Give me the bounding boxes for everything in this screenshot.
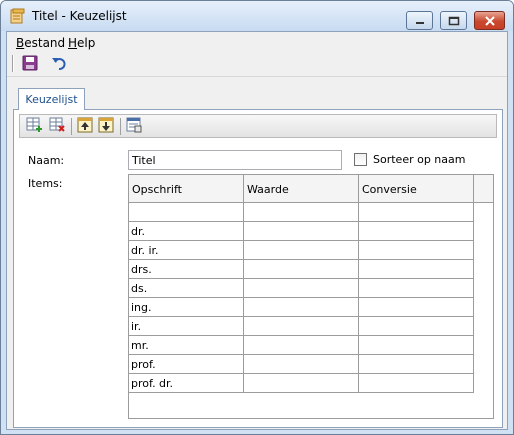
table-row[interactable]: dr.	[129, 222, 474, 241]
grid-cell-waarde[interactable]	[244, 355, 359, 374]
column-header-conversie[interactable]: Conversie	[359, 175, 474, 203]
grid-cell-waarde[interactable]	[244, 317, 359, 336]
items-grid[interactable]: Opschrift Waarde Conversie dr. dr. ir. drs…	[128, 174, 494, 419]
window-title: Titel - Keuzelijst	[32, 9, 127, 23]
grid-cell-conversie[interactable]	[359, 298, 474, 317]
grid-cell-conversie[interactable]	[359, 203, 474, 222]
grid-cell-waarde[interactable]	[244, 222, 359, 241]
tab-keuzelijst[interactable]: Keuzelijst	[18, 88, 85, 110]
table-row[interactable]: mr.	[129, 336, 474, 355]
properties-button[interactable]	[124, 117, 144, 136]
toolbar-divider	[120, 118, 121, 135]
naam-label: Naam:	[28, 154, 65, 167]
maximize-icon	[441, 12, 466, 29]
column-header-opschrift[interactable]: Opschrift	[129, 175, 244, 203]
keuzelijst-panel: Naam: Sorteer op naam Items: Opschrift W…	[13, 109, 503, 428]
table-row[interactable]: ds.	[129, 279, 474, 298]
table-row[interactable]: ir.	[129, 317, 474, 336]
column-header-filler	[474, 175, 493, 203]
maximize-button[interactable]	[440, 11, 467, 30]
grid-cell-opschrift[interactable]: dr. ir.	[129, 241, 244, 260]
menu-help[interactable]: Help	[68, 36, 95, 50]
grid-cell-opschrift[interactable]: ir.	[129, 317, 244, 336]
properties-icon	[126, 117, 142, 136]
app-window: Titel - Keuzelijst Bestand Help Keuzelij…	[0, 0, 514, 435]
save-icon	[22, 55, 38, 74]
items-label: Items:	[28, 177, 63, 190]
grid-cell-conversie[interactable]	[359, 260, 474, 279]
column-header-waarde[interactable]: Waarde	[244, 175, 359, 203]
grid-cell-conversie[interactable]	[359, 241, 474, 260]
grid-cell-opschrift[interactable]: ing.	[129, 298, 244, 317]
add-row-button[interactable]	[24, 117, 44, 136]
undo-button[interactable]	[49, 54, 69, 74]
grid-cell-opschrift[interactable]: drs.	[129, 260, 244, 279]
grid-cell-opschrift[interactable]	[129, 203, 244, 222]
close-icon	[475, 12, 504, 29]
table-row[interactable]: prof. dr.	[129, 374, 474, 393]
grid-cell-conversie[interactable]	[359, 336, 474, 355]
table-row[interactable]: dr. ir.	[129, 241, 474, 260]
toolbar-separator	[7, 76, 507, 77]
sort-by-name-checkbox[interactable]	[354, 153, 367, 166]
grid-cell-waarde[interactable]	[244, 260, 359, 279]
grid-cell-opschrift[interactable]: dr.	[129, 222, 244, 241]
minimize-icon	[407, 12, 432, 29]
close-button[interactable]	[474, 11, 505, 30]
grid-cell-opschrift[interactable]: prof. dr.	[129, 374, 244, 393]
naam-field[interactable]	[128, 150, 342, 170]
grid-cell-opschrift[interactable]: ds.	[129, 279, 244, 298]
toolbar-divider	[71, 118, 72, 135]
delete-row-icon	[49, 117, 65, 136]
grid-cell-opschrift[interactable]: mr.	[129, 336, 244, 355]
grid-cell-opschrift[interactable]: prof.	[129, 355, 244, 374]
move-down-button[interactable]	[96, 117, 116, 136]
table-row[interactable]: ing.	[129, 298, 474, 317]
grid-cell-waarde[interactable]	[244, 241, 359, 260]
menu-bestand[interactable]: Bestand	[16, 36, 65, 50]
table-row[interactable]: prof.	[129, 355, 474, 374]
list-toolbar	[19, 114, 497, 138]
grid-cell-waarde[interactable]	[244, 298, 359, 317]
add-row-icon	[26, 117, 42, 136]
app-icon	[10, 8, 26, 24]
undo-icon	[51, 55, 67, 74]
move-up-button[interactable]	[75, 117, 95, 136]
grid-cell-conversie[interactable]	[359, 317, 474, 336]
move-down-icon	[98, 117, 114, 136]
grid-cell-conversie[interactable]	[359, 222, 474, 241]
grid-cell-waarde[interactable]	[244, 336, 359, 355]
grid-cell-waarde[interactable]	[244, 374, 359, 393]
grid-cell-conversie[interactable]	[359, 374, 474, 393]
table-row[interactable]: drs.	[129, 260, 474, 279]
save-button[interactable]	[20, 54, 40, 74]
grid-header: Opschrift Waarde Conversie	[129, 175, 493, 203]
minimize-button[interactable]	[406, 11, 433, 30]
grid-cell-conversie[interactable]	[359, 355, 474, 374]
grid-cell-conversie[interactable]	[359, 279, 474, 298]
toolbar-grip[interactable]	[12, 55, 14, 72]
main-toolbar	[7, 52, 507, 74]
grid-cell-waarde[interactable]	[244, 279, 359, 298]
grid-cell-waarde[interactable]	[244, 203, 359, 222]
title-bar[interactable]: Titel - Keuzelijst	[1, 1, 513, 31]
menu-bar: Bestand Help	[7, 34, 507, 52]
move-up-icon	[77, 117, 93, 136]
client-area: Bestand Help Keuzelijst Naam: Titel Sort…	[6, 31, 508, 430]
delete-row-button[interactable]	[47, 117, 67, 136]
table-row[interactable]	[129, 203, 474, 222]
sort-by-name-label: Sorteer op naam	[373, 153, 466, 166]
